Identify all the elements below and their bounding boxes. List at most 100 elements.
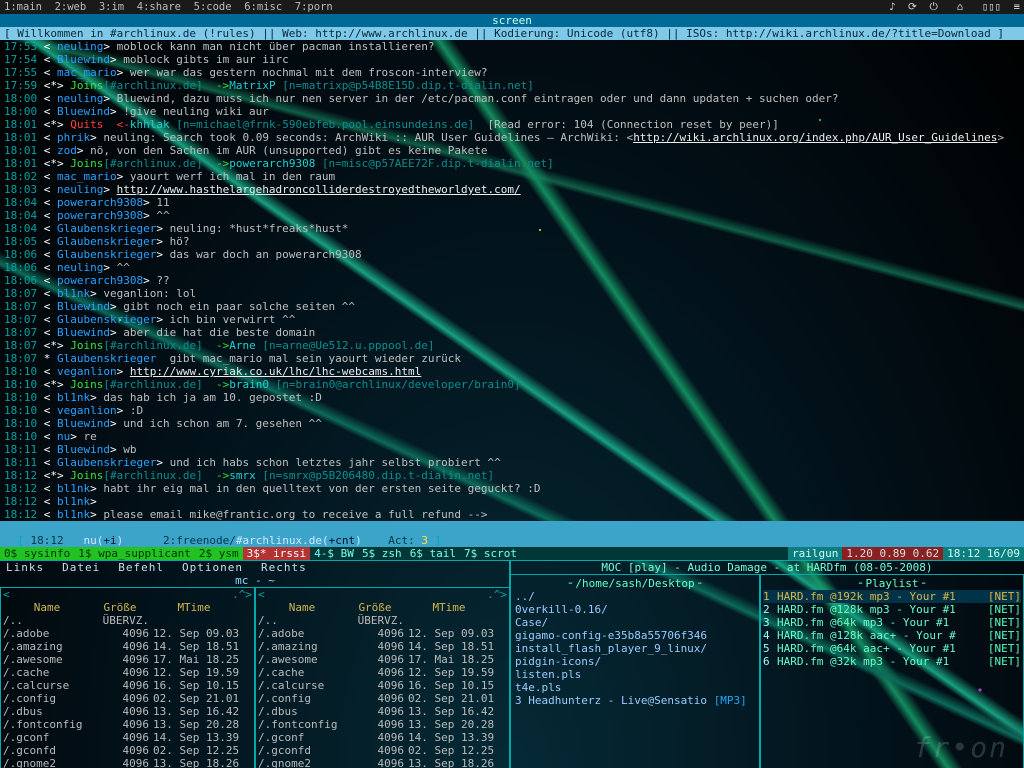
screen-window-tab[interactable]: 6$ tail xyxy=(406,547,460,561)
mc-menu-item[interactable]: Optionen xyxy=(182,561,243,574)
mc-row[interactable]: /.calcurse409616. Sep 10.15 xyxy=(1,679,254,692)
mc-menu-item[interactable]: Datei xyxy=(62,561,100,574)
wm-topbar[interactable]: 1:main 2:web 3:im 4:share 5:code 6:misc … xyxy=(0,0,1024,14)
screen-window-tab[interactable]: 1$ wpa_supplicant xyxy=(74,547,195,561)
moc-file-item[interactable]: install_flash_player_9_linux/ xyxy=(515,642,755,655)
mc-row[interactable]: /.amazing409614. Sep 18.51 xyxy=(1,640,254,653)
irc-line: 18:00 < Bluewind> !give neuling wiki aur xyxy=(4,105,1020,118)
screen-window-tab[interactable]: 3$* irssi xyxy=(243,547,311,561)
mc-row[interactable]: /.dbus409613. Sep 16.42 xyxy=(1,705,254,718)
mc-nav-left[interactable]: < xyxy=(3,588,10,601)
irc-line: 18:12 <*> Joins[#archlinux.de] ->smrx [n… xyxy=(4,469,1020,482)
mc-row[interactable]: /.gconfd409602. Sep 12.25 xyxy=(1,744,254,757)
moc-title: MOC [play] - Audio Damage - at HARDfm (0… xyxy=(510,561,1024,574)
moc-file-item[interactable]: ../ xyxy=(515,590,755,603)
clock: 18:12 16/09 xyxy=(943,547,1024,561)
mc-row-updir[interactable]: /..ÜBERVZ. xyxy=(256,614,509,627)
mc-nav-right[interactable]: .^> xyxy=(487,588,507,601)
screen-window-tab[interactable]: 7$ scrot xyxy=(460,547,521,561)
irc-line: 17:55 < mac_mario> wer war das gestern n… xyxy=(4,66,1020,79)
irc-line: 18:01 <*> Joins[#archlinux.de] ->powerar… xyxy=(4,157,1020,170)
mc-row[interactable]: /.adobe409612. Sep 09.03 xyxy=(256,627,509,640)
mc-row[interactable]: /.gnome2409613. Sep 18.26 xyxy=(256,757,509,768)
irc-line: 18:10 <*> Joins[#archlinux.de] ->brain0 … xyxy=(4,378,1020,391)
mc-row[interactable]: /.awesome409617. Mai 18.25 xyxy=(256,653,509,666)
moc-file-item[interactable]: Case/ xyxy=(515,616,755,629)
screen-window-tab[interactable]: 2$ ysm xyxy=(195,547,243,561)
irc-line: 18:07 < Bluewind> aber die hat die beste… xyxy=(4,326,1020,339)
mc-row[interactable]: /.gconf409614. Sep 13.39 xyxy=(1,731,254,744)
mc-row[interactable]: /.cache409612. Sep 19.59 xyxy=(1,666,254,679)
moc-filelist[interactable]: ╴/home/sash/Desktop╶ ../0verkill-0.16/Ca… xyxy=(510,574,760,768)
moc-path: /home/sash/Desktop xyxy=(575,577,694,590)
moc-file-item[interactable]: 3 Headhunterz - Live@Sensatio [MP3] xyxy=(515,694,755,707)
mc-row[interactable]: /.config409602. Sep 21.01 xyxy=(1,692,254,705)
irc-line: 18:10 < veganlion> http://www.cyriak.co.… xyxy=(4,365,1020,378)
moc-file-item[interactable]: pidgin-icons/ xyxy=(515,655,755,668)
mc-row[interactable]: /.fontconfig409613. Sep 20.28 xyxy=(256,718,509,731)
mc-menubar[interactable]: Links Datei Befehl Optionen Rechts xyxy=(0,561,510,574)
moc-playlist-header: Playlist xyxy=(866,577,919,590)
mc-row[interactable]: /.gconfd409602. Sep 12.25 xyxy=(256,744,509,757)
irc-topic-bar: [ Willkommen in #archlinux.de (!rules) |… xyxy=(0,27,1024,40)
irc-line: 18:01 < phrik> neuling: Search took 0.09… xyxy=(4,131,1020,144)
mc-menu-item[interactable]: Rechts xyxy=(261,561,307,574)
irc-line: 18:10 < bl1nk> das hab ich ja am 10. gep… xyxy=(4,391,1020,404)
workspace-list[interactable]: 1:main 2:web 3:im 4:share 5:code 6:misc … xyxy=(4,1,333,14)
mc-row[interactable]: /.gconf409614. Sep 13.39 xyxy=(256,731,509,744)
irc-line: 18:12 < bl1nk> habt ihr eig mal in den q… xyxy=(4,482,1020,495)
irc-line: 18:10 < Bluewind> und ich schon am 7. ge… xyxy=(4,417,1020,430)
mc-nav-right[interactable]: .^> xyxy=(232,588,252,601)
irc-line: 18:02 < mac_mario> yaourt werf ich mal i… xyxy=(4,170,1020,183)
irc-line: 18:12 < bl1nk> please email mike@frantic… xyxy=(4,508,1020,521)
mc-row[interactable]: /.amazing409614. Sep 18.51 xyxy=(256,640,509,653)
mc-row[interactable]: /.dbus409613. Sep 16.42 xyxy=(256,705,509,718)
moc-playlist-item[interactable]: 5HARD.fm @64k aac+ - Your #1[NET] xyxy=(763,642,1021,655)
mc-nav-left[interactable]: < xyxy=(258,588,265,601)
irc-line: 17:59 <*> Joins[#archlinux.de] ->MatrixP… xyxy=(4,79,1020,92)
moc-playlist[interactable]: ╴Playlist╶ 1HARD.fm @192k mp3 - Your #1[… xyxy=(760,574,1024,768)
mc-title: mc - ~ xyxy=(0,574,510,587)
irc-line: 18:07 < bl1nk> veganlion: lol xyxy=(4,287,1020,300)
moc-file-item[interactable]: listen.pls xyxy=(515,668,755,681)
moc-playlist-item[interactable]: 6HARD.fm @32k mp3 - Your #1[NET] xyxy=(763,655,1021,668)
mc-row[interactable]: /.fontconfig409613. Sep 20.28 xyxy=(1,718,254,731)
mc-row[interactable]: /.adobe409612. Sep 09.03 xyxy=(1,627,254,640)
moc-playlist-item[interactable]: 1HARD.fm @192k mp3 - Your #1[NET] xyxy=(763,590,1021,603)
mc-row-updir[interactable]: /..ÜBERVZ. xyxy=(1,614,254,627)
systray-icons[interactable]: ♪ ⟳ ⏻ ⌂ ▯▯▯ ≡ xyxy=(889,1,1020,14)
irc-line: 18:07 < Bluewind> gibt noch ein paar sol… xyxy=(4,300,1020,313)
irc-line: 17:54 < Bluewind> moblock gibts im aur i… xyxy=(4,53,1020,66)
mc-row[interactable]: /.awesome409617. Mai 18.25 xyxy=(1,653,254,666)
moc-playlist-item[interactable]: 3HARD.fm @64k mp3 - Your #1[NET] xyxy=(763,616,1021,629)
mc-row[interactable]: /.config409602. Sep 21.01 xyxy=(256,692,509,705)
irc-line: 18:04 < powerarch9308> 11 xyxy=(4,196,1020,209)
moc-file-item[interactable]: gigamo-config-e35b8a55706f346 xyxy=(515,629,755,642)
mc-panel[interactable]: <.^> NameGrößeMTime/..ÜBERVZ./.adobe4096… xyxy=(0,587,255,768)
screen-window-tab[interactable]: 0$ sysinfo xyxy=(0,547,74,561)
screen-title: screen xyxy=(0,14,1024,27)
irc-line: 18:10 < veganlion> :D xyxy=(4,404,1020,417)
screen-window-tab[interactable]: 4-$ BW xyxy=(310,547,358,561)
irc-line: 18:07 * Glaubenskrieger gibt mac_mario m… xyxy=(4,352,1020,365)
irc-buffer: 17:53 < neuling> moblock kann man nicht … xyxy=(0,40,1024,521)
irc-line: 18:11 < Bluewind> wb xyxy=(4,443,1020,456)
irc-line: 18:11 < Glaubenskrieger> und ich habs sc… xyxy=(4,456,1020,469)
moc-playlist-item[interactable]: 2HARD.fm @128k mp3 - Your #1[NET] xyxy=(763,603,1021,616)
mc-menu-item[interactable]: Befehl xyxy=(118,561,164,574)
moc-playlist-item[interactable]: 4HARD.fm @128k aac+ - Your #[NET] xyxy=(763,629,1021,642)
moc-pane: MOC [play] - Audio Damage - at HARDfm (0… xyxy=(510,561,1024,768)
mc-panel[interactable]: <.^> NameGrößeMTime/..ÜBERVZ./.adobe4096… xyxy=(255,587,510,768)
moc-file-item[interactable]: 0verkill-0.16/ xyxy=(515,603,755,616)
screen-hardstatus: 0$ sysinfo1$ wpa_supplicant2$ ysm3$* irs… xyxy=(0,547,1024,561)
mc-menu-item[interactable]: Links xyxy=(6,561,44,574)
irc-line: 18:03 < neuling> http://www.hasthelargeh… xyxy=(4,183,1020,196)
mc-row[interactable]: /.cache409612. Sep 19.59 xyxy=(256,666,509,679)
irc-line: 18:00 < neuling> Bluewind, dazu muss ich… xyxy=(4,92,1020,105)
mc-row[interactable]: /.gnome2409613. Sep 18.26 xyxy=(1,757,254,768)
irc-line: 18:07 <*> Joins[#archlinux.de] ->Arne [n… xyxy=(4,339,1020,352)
irc-line: 18:01 <*> Quits <-khhlak [n=michael@frnk… xyxy=(4,118,1020,131)
screen-window-tab[interactable]: 5$ zsh xyxy=(358,547,406,561)
moc-file-item[interactable]: t4e.pls xyxy=(515,681,755,694)
mc-row[interactable]: /.calcurse409616. Sep 10.15 xyxy=(256,679,509,692)
